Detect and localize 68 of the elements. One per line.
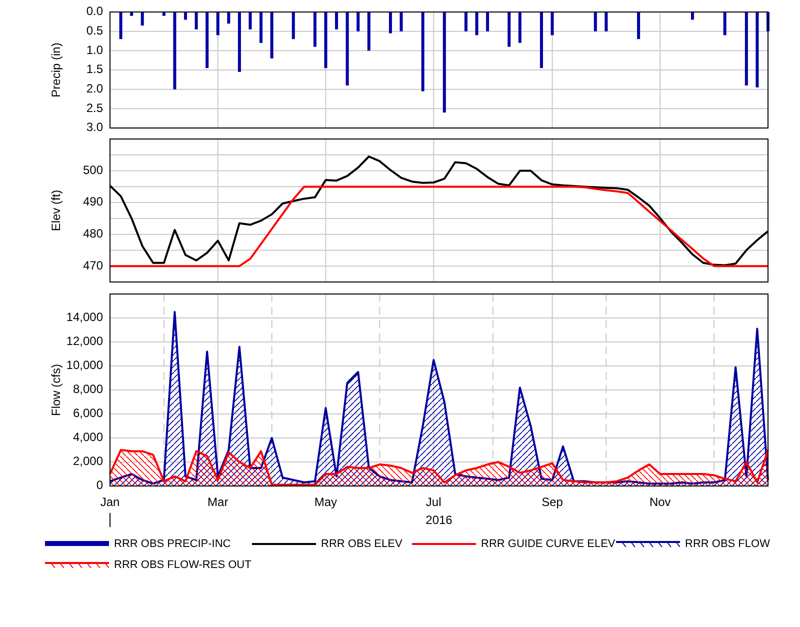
legend-label: RRR OBS PRECIP-INC	[114, 537, 231, 552]
precip-bar	[475, 12, 478, 36]
tick-label: 10,000	[66, 358, 103, 372]
precip-bar	[162, 12, 166, 16]
tick-label: 2,000	[72, 454, 103, 468]
precip-bar	[356, 12, 360, 32]
month-label: May	[314, 495, 338, 510]
tick-label: 2.5	[86, 100, 103, 115]
precip-bar	[766, 12, 770, 32]
legend-label: RRR GUIDE CURVE ELEV	[481, 537, 616, 552]
precip-bar	[367, 12, 370, 51]
tick-label: 3.0	[86, 120, 103, 134]
tick-label: 6,000	[72, 406, 103, 420]
tick-label: 0	[96, 478, 103, 492]
precip-bar	[227, 12, 230, 24]
precip-bar	[388, 12, 392, 34]
precip-bar	[691, 12, 694, 20]
precip-bar	[270, 12, 274, 58]
precip-bar	[723, 12, 726, 36]
axis-title: Elev (ft)	[49, 190, 64, 232]
precip-bar	[508, 12, 511, 47]
precip-bar	[238, 12, 241, 72]
axis-title: Precip (in)	[49, 42, 64, 98]
precip-bar	[260, 12, 263, 43]
precip-bar	[206, 12, 209, 68]
precip-bar	[324, 12, 328, 68]
precip-bar	[335, 12, 338, 30]
tick-label: 490	[82, 194, 103, 209]
year-label: 2016	[426, 513, 452, 528]
tick-label: 0.5	[86, 24, 103, 38]
tick-label: 4,000	[72, 430, 103, 444]
precip-bar	[184, 12, 187, 20]
precip-bar	[119, 12, 122, 40]
precip-bar	[292, 12, 295, 40]
precip-bar	[550, 12, 554, 36]
legend-label: RRR OBS FLOW-RES OUT	[114, 558, 252, 572]
precip-bar	[313, 12, 316, 47]
month-label: Mar	[208, 495, 228, 510]
tick-label: 1.0	[86, 42, 103, 57]
tick-label: 14,000	[66, 310, 103, 324]
precip-bar	[594, 12, 597, 32]
tick-label: 500	[82, 162, 103, 177]
month-label: Jul	[426, 495, 442, 510]
tick-label: 12,000	[66, 334, 103, 348]
precip-bar	[248, 12, 252, 30]
precip-bar	[400, 12, 403, 32]
axis-title: Flow (cfs)	[49, 364, 64, 416]
precip-bar	[464, 12, 468, 32]
precip-bar	[486, 12, 490, 32]
tick-label: 470	[82, 258, 103, 272]
tick-label: 8,000	[72, 382, 103, 396]
precip-bar	[130, 12, 134, 16]
month-label: Sep	[542, 495, 563, 510]
month-label: Jan	[100, 495, 120, 510]
precip-bar	[216, 12, 220, 36]
precip-bar	[194, 12, 198, 30]
tick-label: 1.5	[86, 62, 103, 76]
tick-label: 2.0	[86, 82, 103, 96]
tick-label: 0.0	[86, 4, 103, 18]
precip-bar	[518, 12, 522, 43]
precip-bar	[604, 12, 608, 32]
legend-label: RRR OBS ELEV	[321, 537, 402, 552]
legend-label: RRR OBS FLOW	[685, 537, 770, 552]
month-label: Nov	[649, 495, 671, 510]
tick-label: 480	[82, 226, 103, 240]
precip-bar	[540, 12, 543, 68]
precip-bar	[637, 12, 640, 40]
precip-bar	[140, 12, 144, 26]
